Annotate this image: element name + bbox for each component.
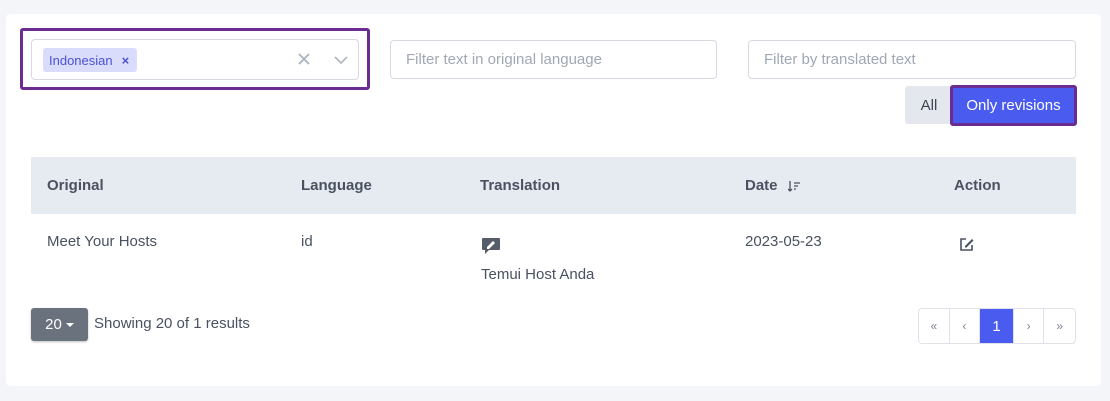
header-language[interactable]: Language bbox=[301, 177, 372, 194]
only-revisions-button[interactable]: Only revisions bbox=[953, 88, 1074, 123]
language-tag: Indonesian × bbox=[43, 48, 138, 72]
header-date[interactable]: Date bbox=[745, 177, 800, 194]
last-page-button[interactable]: » bbox=[1044, 309, 1075, 343]
translated-text-filter[interactable] bbox=[748, 40, 1076, 79]
cell-language: id bbox=[301, 233, 313, 250]
header-original[interactable]: Original bbox=[47, 177, 104, 194]
header-action: Action bbox=[954, 177, 1001, 194]
all-button[interactable]: All bbox=[905, 86, 953, 124]
original-text-filter[interactable] bbox=[390, 40, 717, 79]
edit-icon[interactable] bbox=[958, 236, 975, 253]
prev-page-button[interactable]: ‹ bbox=[950, 309, 981, 343]
language-select[interactable]: Indonesian × bbox=[31, 39, 359, 80]
cell-original: Meet Your Hosts bbox=[47, 233, 158, 250]
speech-bubble-edit-icon[interactable] bbox=[481, 237, 501, 255]
header-date-label: Date bbox=[745, 177, 778, 194]
caret-down-icon bbox=[65, 322, 74, 327]
next-page-button[interactable]: › bbox=[1014, 309, 1045, 343]
table-header: Original Language Translation Date Actio… bbox=[31, 157, 1076, 214]
header-translation[interactable]: Translation bbox=[480, 177, 560, 194]
page-1-button[interactable]: 1 bbox=[980, 309, 1014, 343]
chevron-down-icon[interactable] bbox=[331, 50, 351, 70]
pagination: « ‹ 1 › » bbox=[918, 308, 1076, 344]
per-page-dropdown[interactable]: 20 bbox=[31, 308, 88, 341]
x-icon[interactable] bbox=[294, 49, 314, 69]
sort-descending-icon bbox=[787, 181, 800, 192]
cell-date: 2023-05-23 bbox=[745, 233, 822, 250]
first-page-button[interactable]: « bbox=[919, 309, 950, 343]
cell-translation: Temui Host Anda bbox=[481, 266, 595, 283]
results-summary: Showing 20 of 1 results bbox=[94, 315, 250, 332]
language-tag-label: Indonesian bbox=[49, 52, 113, 68]
per-page-value: 20 bbox=[45, 316, 62, 333]
tag-remove-icon[interactable]: × bbox=[122, 53, 130, 68]
